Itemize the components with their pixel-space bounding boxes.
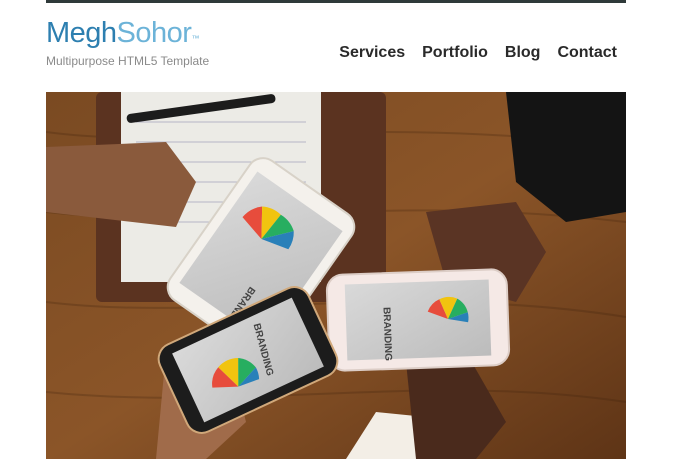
brand-tagline: Multipurpose HTML5 Template <box>46 54 210 68</box>
logo-text-part2: Sohor <box>116 17 192 49</box>
nav-item-portfolio[interactable]: Portfolio <box>422 44 488 62</box>
hero-photo-illustration: BRANDING BRANDING BRANDING <box>46 92 626 459</box>
trademark-mark: ™ <box>191 34 199 43</box>
nav-item-contact[interactable]: Contact <box>557 44 617 62</box>
brand-logo[interactable]: MeghSohor™ <box>46 16 199 50</box>
hero-image: BRANDING BRANDING BRANDING <box>46 92 626 459</box>
phone-screen-label-2: BRANDING <box>381 307 394 361</box>
logo-text-part1: Megh <box>46 17 117 49</box>
nav-item-services[interactable]: Services <box>339 44 405 62</box>
main-navigation: Services Portfolio Blog Contact <box>322 44 617 62</box>
top-accent-bar <box>46 0 626 3</box>
nav-item-blog[interactable]: Blog <box>505 44 541 62</box>
